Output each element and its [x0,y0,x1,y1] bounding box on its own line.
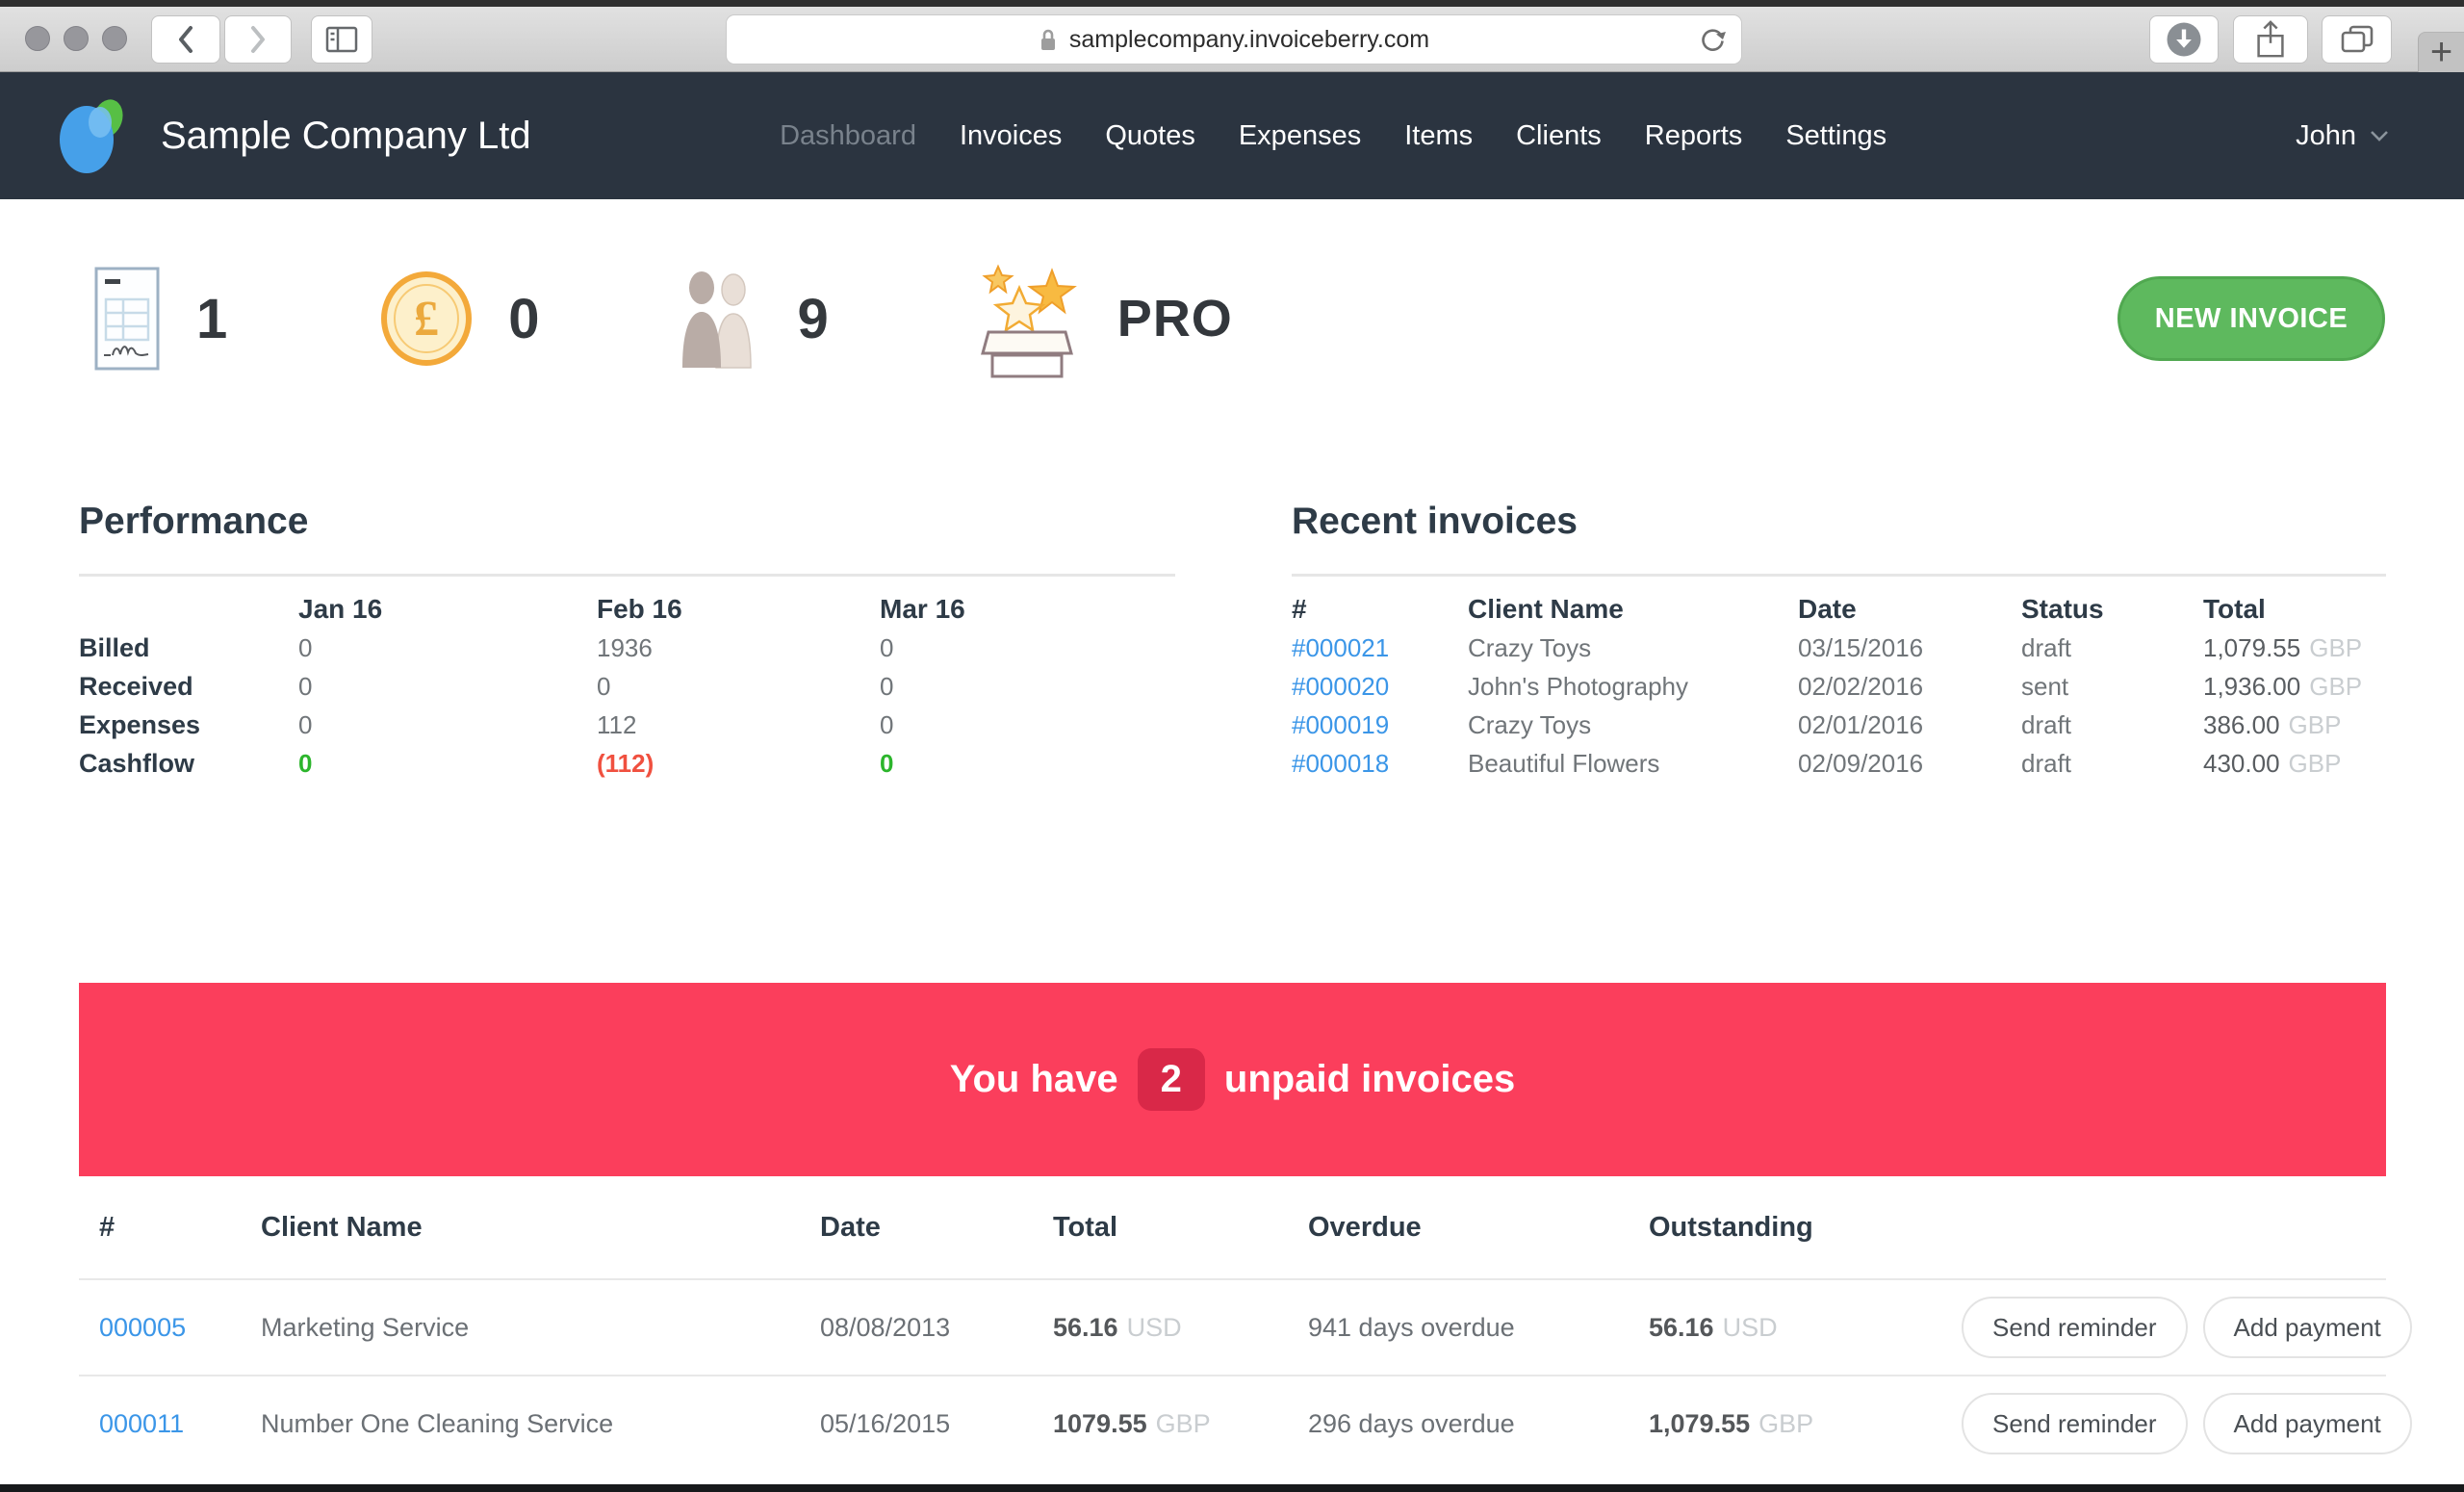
nav-item-expenses[interactable]: Expenses [1239,120,1361,152]
stat-invoices: 1 [94,267,227,371]
banner-suffix: unpaid invoices [1223,1058,1516,1100]
recent-invoice-row: #000021 Crazy Toys 03/15/2016 draft 1,07… [1292,632,2363,663]
stat-clients: 9 [675,266,829,372]
nav-item-invoices[interactable]: Invoices [960,120,1062,152]
perf-row-expenses: Expenses 0 112 0 [79,709,894,739]
pro-gift-icon [980,264,1077,378]
unpaid-count-badge: 2 [1137,1048,1205,1111]
add-payment-button[interactable]: Add payment [2202,1393,2412,1454]
performance-section: Performance Jan 16 Feb 16 Mar 16 Billed … [79,501,1175,783]
invoices-count: 1 [196,287,228,350]
recent-invoices-table: # Client Name Date Status Total #000021 … [1292,590,2386,783]
invoice-link[interactable]: #000019 [1292,710,1468,740]
recent-invoice-row: #000019 Crazy Toys 02/01/2016 draft 386.… [1292,709,2342,740]
coin-icon: £ [381,271,473,366]
nav-menu: Dashboard Invoices Quotes Expenses Items… [780,120,1886,152]
add-payment-button[interactable]: Add payment [2202,1297,2412,1358]
invoice-icon [94,267,160,371]
invoice-link[interactable]: 000011 [99,1409,261,1439]
downloads-button[interactable] [2149,15,2219,64]
lock-icon [1040,29,1055,50]
invoice-link[interactable]: #000018 [1292,749,1468,779]
nav-item-reports[interactable]: Reports [1645,120,1743,152]
banner-prefix: You have [949,1058,1118,1100]
invoice-link[interactable]: #000021 [1292,633,1468,663]
tabs-icon [2341,25,2373,53]
send-reminder-button[interactable]: Send reminder [1962,1297,2188,1358]
share-button[interactable] [2233,15,2308,64]
unpaid-invoices-table: # Client Name Date Total Overdue Outstan… [79,1176,2412,1471]
unpaid-invoice-row: 000011 Number One Cleaning Service 05/16… [79,1375,2412,1471]
perf-col-mar: Mar 16 [880,594,965,624]
new-invoice-button[interactable]: NEW INVOICE [2118,276,2385,361]
recent-invoice-row: #000018 Beautiful Flowers 02/09/2016 dra… [1292,748,2342,779]
sidebar-icon [325,26,358,53]
recent-invoice-row: #000020 John's Photography 02/02/2016 se… [1292,671,2363,702]
chevron-down-icon [2371,130,2388,141]
url-text: samplecompany.invoiceberry.com [1068,25,1430,53]
traffic-lights [25,26,127,51]
nav-item-items[interactable]: Items [1404,120,1473,152]
download-icon [2167,22,2201,57]
browser-toolbar: samplecompany.invoiceberry.com + [0,0,2464,73]
performance-title: Performance [79,501,309,542]
nav-item-clients[interactable]: Clients [1516,120,1602,152]
back-button[interactable] [151,15,220,64]
chevron-right-icon [251,26,265,53]
send-reminder-button[interactable]: Send reminder [1962,1393,2188,1454]
perf-col-feb: Feb 16 [597,594,682,624]
zoom-window-button[interactable] [102,26,127,51]
recent-invoices-section: Recent invoices # Client Name Date Statu… [1292,501,2386,783]
chevron-left-icon [179,26,192,53]
invoice-link[interactable]: 000005 [99,1313,261,1343]
perf-col-jan: Jan 16 [298,594,383,624]
new-tab-button[interactable]: + [2418,31,2464,73]
share-icon [2257,20,2284,58]
minimize-window-button[interactable] [64,26,89,51]
clients-icon [681,271,752,369]
recent-invoices-title: Recent invoices [1292,501,1578,542]
perf-row-received: Received 0 0 0 [79,671,894,701]
stats-row: 1 £ 0 9 PRO NEW INVOICE [79,256,2385,381]
app-navbar: Sample Company Ltd Dashboard Invoices Qu… [0,72,2464,199]
reload-button[interactable] [1697,25,1728,56]
user-menu[interactable]: John [2296,120,2389,152]
nav-item-quotes[interactable]: Quotes [1105,120,1195,152]
forward-button[interactable] [224,15,292,64]
sidebar-toggle-button[interactable] [311,15,372,64]
company-name: Sample Company Ltd [161,114,531,157]
stat-payments: £ 0 [381,271,540,366]
window-top-edge [0,0,2464,7]
plus-icon: + [2429,31,2453,73]
perf-row-cashflow: Cashflow 0 (112) 0 [79,748,894,778]
perf-row-billed: Billed 0 1936 0 [79,632,894,662]
nav-item-dashboard[interactable]: Dashboard [780,120,916,152]
address-bar[interactable]: samplecompany.invoiceberry.com [726,14,1742,64]
stat-plan: PRO [973,259,1233,378]
invoice-link[interactable]: #000020 [1292,672,1468,702]
nav-item-settings[interactable]: Settings [1785,120,1886,152]
clients-count: 9 [797,287,829,350]
divider [1292,574,2386,577]
payments-count: 0 [508,287,540,350]
unpaid-invoices-banner: You have 2 unpaid invoices [79,983,2386,1176]
close-window-button[interactable] [25,26,50,51]
window-bottom-edge [0,1484,2464,1492]
user-name: John [2296,119,2356,151]
company-logo-icon [60,99,123,173]
performance-table: Jan 16 Feb 16 Mar 16 Billed 0 1936 0 Rec… [79,590,1175,783]
show-tabs-button[interactable] [2322,15,2392,64]
divider [79,574,1175,577]
unpaid-invoice-row: 000005 Marketing Service 08/08/2013 56.1… [79,1278,2412,1375]
svg-text:£: £ [414,292,439,347]
plan-label: PRO [1116,290,1233,347]
